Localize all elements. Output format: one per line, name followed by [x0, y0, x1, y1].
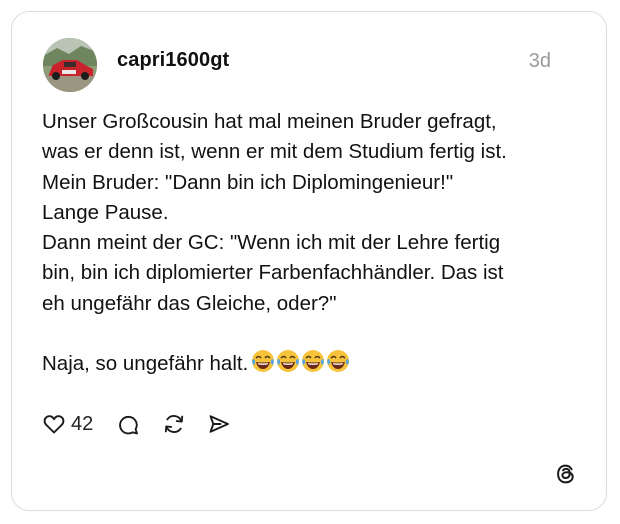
laughing-emoji-icon: [327, 350, 350, 373]
threads-logo-glyph: [557, 464, 574, 484]
post-line: Mein Bruder: "Dann bin ich Diplomingenie…: [42, 170, 454, 194]
post-body: Unser Großcousin hat mal meinen Bruder g…: [42, 107, 587, 383]
post-line: [42, 319, 587, 349]
laughing-emoji-icon: [302, 350, 325, 373]
post-line: Unser Großcousin hat mal meinen Bruder g…: [42, 110, 497, 133]
post-line: Dann meint der GC: "Wenn ich mit der Leh…: [42, 231, 501, 255]
comment-button[interactable]: [116, 412, 140, 436]
comment-icon: [119, 415, 139, 435]
post-line: eh ungefähr das Gleiche, oder?": [42, 291, 337, 315]
post-card: capri1600gt 3d Unser Großcousin hat mal …: [11, 11, 607, 511]
post-timestamp: 3d: [528, 50, 551, 72]
post-line: was er denn ist, wenn er mit dem Studium…: [42, 140, 507, 164]
heart-icon: [43, 415, 65, 434]
repost-button[interactable]: [162, 412, 186, 436]
laughing-emoji-icon: [252, 350, 275, 373]
like-count: 42: [71, 412, 94, 435]
post-line-text: Naja, so ungefähr halt.: [42, 352, 249, 376]
like-button[interactable]: 42: [42, 412, 116, 436]
repost-icon: [165, 415, 184, 433]
post-actions: 42: [42, 409, 231, 439]
post-line: Lange Pause.: [42, 200, 169, 224]
username[interactable]: capri1600gt: [117, 49, 229, 72]
threads-logo-icon[interactable]: [554, 462, 578, 486]
share-icon: [209, 415, 230, 433]
post-line-last: Naja, so ungefähr halt.: [42, 349, 587, 382]
car-photo-avatar-icon: [43, 38, 97, 92]
avatar[interactable]: [43, 38, 97, 92]
laughing-emoji-icon: [277, 350, 300, 373]
post-line: bin, bin ich diplomierter Farbenfachhänd…: [42, 261, 504, 285]
laughing-emoji-row: [251, 349, 351, 382]
share-button[interactable]: [207, 412, 231, 436]
